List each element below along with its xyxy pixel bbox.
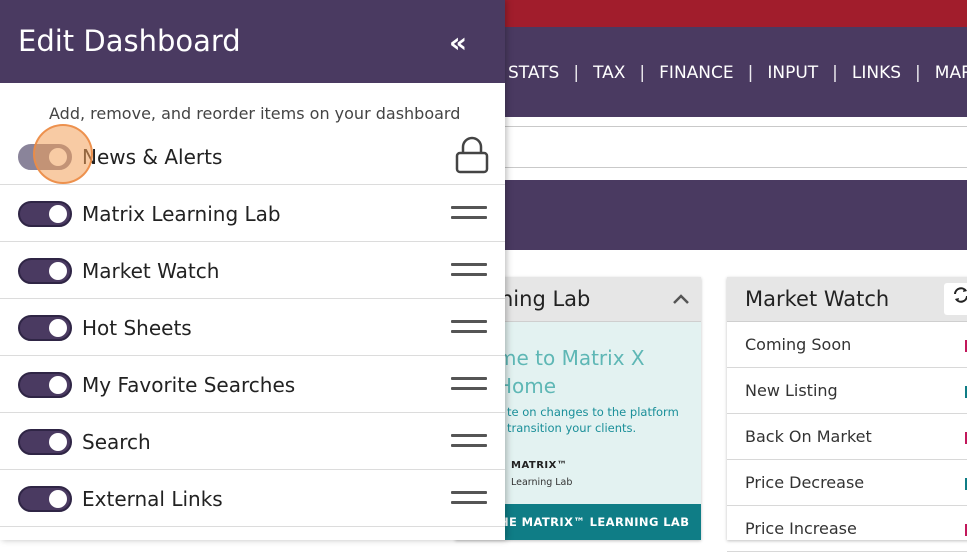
drag-handle-icon[interactable] [451, 489, 487, 505]
market-watch-row[interactable]: Price Decrease [727, 460, 967, 506]
market-watch-row[interactable]: Coming Soon [727, 322, 967, 368]
nav-input[interactable]: INPUT [767, 63, 818, 83]
panel-title: Edit Dashboard [18, 24, 241, 58]
item-label: Search [82, 430, 151, 454]
matrix-logo: MATRIX™ [511, 460, 568, 471]
edit-dashboard-panel: Edit Dashboard « Add, remove, and reorde… [0, 0, 505, 540]
nav-market[interactable]: MARKET [935, 63, 967, 83]
item-label: Market Watch [82, 259, 220, 283]
market-watch-row[interactable]: Price Increase [727, 506, 967, 552]
hot-sheets-toggle[interactable] [18, 315, 72, 341]
drag-handle-icon[interactable] [451, 261, 487, 277]
learning-lab-description: te on changes to the platform transition… [507, 405, 679, 435]
matrix-logo-subtitle: Learning Lab [511, 477, 573, 488]
dashboard-item-news-alerts: News & Alerts [0, 128, 505, 185]
dashboard-item-matrix-learning-lab: Matrix Learning Lab [0, 185, 505, 242]
item-label: Hot Sheets [82, 316, 192, 340]
external-links-toggle[interactable] [18, 486, 72, 512]
item-label: External Links [82, 487, 223, 511]
search-toggle[interactable] [18, 429, 72, 455]
refresh-icon[interactable] [944, 283, 967, 315]
nav-tax[interactable]: TAX [593, 63, 625, 83]
panel-header: Edit Dashboard « [0, 0, 505, 83]
market-watch-title: Market Watch [745, 287, 890, 311]
dashboard-item-hot-sheets: Hot Sheets [0, 299, 505, 356]
drag-handle-icon[interactable] [451, 204, 487, 220]
learning-lab-title: ning Lab [500, 287, 591, 311]
drag-handle-icon[interactable] [451, 318, 487, 334]
dashboard-item-search: Search [0, 413, 505, 470]
market-watch-card-header: Market Watch [727, 277, 967, 322]
chevron-up-icon[interactable] [673, 289, 689, 308]
dashboard-item-market-watch: Market Watch [0, 242, 505, 299]
drag-handle-icon[interactable] [451, 432, 487, 448]
item-label: My Favorite Searches [82, 373, 296, 397]
nav-stats[interactable]: STATS [508, 63, 559, 83]
matrix-learning-lab-toggle[interactable] [18, 201, 72, 227]
nav-finance[interactable]: FINANCE [659, 63, 733, 83]
dashboard-item-external-links: External Links [0, 470, 505, 527]
item-label: News & Alerts [82, 145, 223, 169]
market-watch-row[interactable]: Back On Market [727, 414, 967, 460]
market-watch-card: Market Watch Coming Soon New Listing Bac… [727, 277, 967, 552]
item-label: Matrix Learning Lab [82, 202, 281, 226]
news-alerts-toggle[interactable] [18, 144, 72, 170]
market-watch-toggle[interactable] [18, 258, 72, 284]
panel-instructions: Add, remove, and reorder items on your d… [49, 104, 461, 123]
market-watch-row[interactable]: New Listing [727, 368, 967, 414]
drag-handle-icon[interactable] [451, 375, 487, 391]
my-favorite-searches-toggle[interactable] [18, 372, 72, 398]
lock-icon [455, 136, 489, 174]
nav-links[interactable]: LINKS [852, 63, 901, 83]
collapse-panel-icon[interactable]: « [449, 26, 467, 59]
dashboard-item-my-favorite-searches: My Favorite Searches [0, 356, 505, 413]
learning-lab-welcome: me to Matrix X Home [497, 346, 645, 398]
nav-links: STATS| TAX| FINANCE| INPUT| LINKS| MARKE… [508, 62, 967, 84]
